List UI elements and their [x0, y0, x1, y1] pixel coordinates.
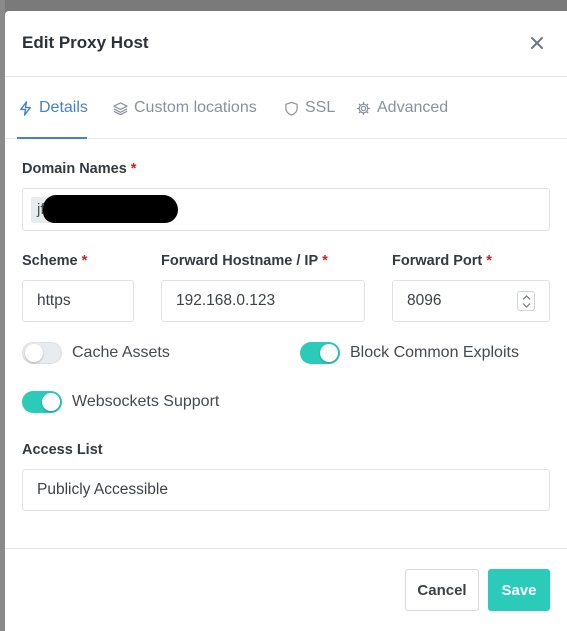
cache-assets-label: Cache Assets: [72, 344, 170, 361]
modal-title: Edit Proxy Host: [22, 33, 149, 52]
tab-details-label: Details: [39, 99, 88, 116]
scheme-input[interactable]: https: [22, 280, 134, 322]
forward-port-input[interactable]: 8096: [392, 280, 550, 322]
scheme-label-text: Scheme: [22, 253, 78, 269]
block-common-exploits-label: Block Common Exploits: [350, 344, 519, 361]
required-marker: *: [322, 253, 328, 269]
modal-footer: Cancel Save: [5, 548, 567, 631]
cache-assets-toggle[interactable]: Cache Assets: [22, 342, 170, 364]
forward-port-label-text: Forward Port: [392, 253, 483, 269]
cache-assets-switch[interactable]: [22, 342, 62, 364]
required-marker: *: [81, 253, 88, 269]
websockets-support-toggle[interactable]: Websockets Support: [22, 391, 219, 413]
tab-ssl-label: SSL: [305, 99, 336, 116]
tab-ssl[interactable]: SSL: [284, 99, 335, 117]
tab-custom-locations[interactable]: Custom locations: [113, 99, 257, 117]
tab-advanced[interactable]: Advanced: [356, 99, 448, 117]
switch-knob: [42, 393, 60, 411]
cancel-button[interactable]: Cancel: [405, 569, 479, 611]
shield-icon: [285, 101, 298, 116]
chevron-up-icon[interactable]: [522, 294, 531, 300]
forward-port-label: Forward Port *: [392, 253, 492, 269]
save-button[interactable]: Save: [488, 569, 550, 611]
forward-hostname-input[interactable]: 192.168.0.123: [161, 280, 365, 322]
forward-hostname-label: Forward Hostname / IP *: [161, 253, 328, 269]
scheme-value: https: [37, 292, 71, 309]
forward-hostname-label-text: Forward Hostname / IP: [161, 253, 319, 269]
edit-proxy-host-modal: Edit Proxy Host Details Custom locations…: [5, 11, 567, 631]
forward-port-value: 8096: [407, 292, 442, 309]
tab-advanced-label: Advanced: [377, 99, 449, 116]
required-marker: *: [130, 161, 137, 177]
layers-icon: [113, 101, 128, 115]
domain-names-input[interactable]: jf: [22, 188, 550, 231]
forward-hostname-value: 192.168.0.123: [176, 292, 276, 309]
switch-knob: [25, 344, 43, 362]
bolt-icon: [20, 100, 31, 116]
required-marker: *: [486, 253, 492, 269]
access-list-value: Publicly Accessible: [37, 481, 168, 498]
modal-header: Edit Proxy Host: [5, 11, 567, 77]
block-common-exploits-switch[interactable]: [300, 342, 340, 364]
domain-names-label-text: Domain Names: [22, 161, 127, 177]
access-list-label: Access List: [22, 442, 103, 458]
gear-icon: [356, 101, 371, 115]
tab-bar: Details Custom locations SSL Advanced: [5, 77, 567, 139]
tab-details[interactable]: Details: [18, 99, 88, 117]
websockets-support-label: Websockets Support: [72, 393, 220, 410]
chevron-down-icon[interactable]: [522, 302, 531, 308]
active-tab-indicator: [17, 137, 87, 139]
switch-knob: [320, 344, 338, 362]
access-list-select[interactable]: Publicly Accessible: [22, 469, 550, 511]
websockets-support-switch[interactable]: [22, 391, 62, 413]
redaction-mark: [43, 195, 178, 223]
domain-names-label: Domain Names *: [22, 161, 136, 177]
block-common-exploits-toggle[interactable]: Block Common Exploits: [300, 342, 519, 364]
scheme-label: Scheme *: [22, 253, 87, 269]
close-icon[interactable]: [527, 33, 547, 53]
tab-custom-locations-label: Custom locations: [134, 99, 257, 116]
port-stepper[interactable]: [517, 291, 535, 311]
